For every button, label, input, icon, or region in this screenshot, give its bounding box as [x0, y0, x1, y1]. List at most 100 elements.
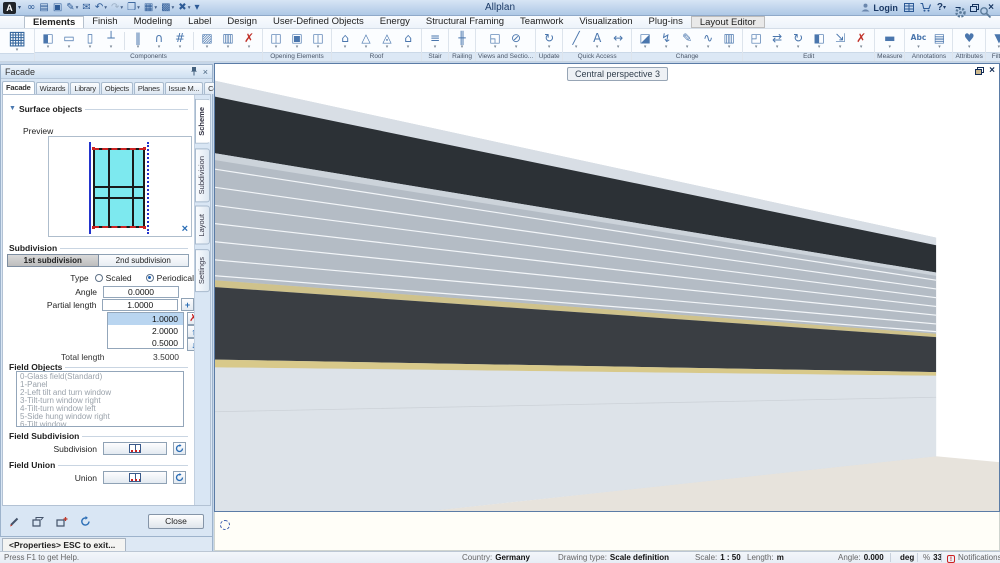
- help-button[interactable]: ?▾: [937, 2, 946, 13]
- menu-tab-visualization[interactable]: Visualization: [571, 16, 640, 28]
- apply-favorite-icon[interactable]: [32, 516, 44, 527]
- palette-tab-planes[interactable]: Planes: [134, 82, 164, 94]
- attributes-icon[interactable]: ♥▾: [960, 31, 978, 50]
- foundation-component-icon[interactable]: ┴▾: [102, 31, 120, 50]
- filter-icon[interactable]: ▼▾: [990, 31, 1000, 50]
- roof-icon[interactable]: ⌂▾: [336, 31, 354, 50]
- length-list[interactable]: 1.00002.00000.5000: [107, 312, 184, 349]
- menu-tab-label[interactable]: Label: [180, 16, 219, 28]
- menu-tab-layout-editor[interactable]: Layout Editor: [691, 16, 765, 28]
- status-drawing-type[interactable]: Drawing type:Scale definition: [558, 553, 669, 562]
- field-union-reset-button[interactable]: [173, 471, 186, 484]
- update-3d-icon[interactable]: ↻▾: [540, 31, 558, 50]
- delete-length-button[interactable]: ✗: [187, 312, 194, 325]
- edit-pen-icon[interactable]: [9, 516, 20, 527]
- wall-height-icon[interactable]: ▥▾: [720, 31, 738, 50]
- menu-tab-design[interactable]: Design: [219, 16, 265, 28]
- modify-wall-icon[interactable]: ▨▾: [198, 31, 216, 50]
- column-component-icon[interactable]: ▯▾: [81, 31, 99, 50]
- beam-component-icon[interactable]: ∩▾: [150, 31, 168, 50]
- palette-tab-facade[interactable]: Facade: [2, 81, 35, 94]
- radio-option-scaled[interactable]: Scaled: [95, 273, 132, 283]
- palette-close-icon[interactable]: ×: [203, 67, 208, 77]
- status-country[interactable]: Country:Germany: [462, 553, 530, 562]
- connect-grid-icon[interactable]: [904, 3, 914, 12]
- tab-2nd-subdivision[interactable]: 2nd subdivision: [99, 254, 190, 267]
- copy-elements-icon[interactable]: ◰▾: [747, 31, 765, 50]
- tab-1st-subdivision[interactable]: 1st subdivision: [7, 254, 99, 267]
- window-opening-icon[interactable]: ▣▾: [288, 31, 306, 50]
- side-tab-layout[interactable]: Layout: [195, 206, 210, 245]
- angle-input[interactable]: 0.0000: [103, 286, 179, 298]
- roof-covering-icon[interactable]: ◬▾: [378, 31, 396, 50]
- palette-tab-objects[interactable]: Objects: [101, 82, 133, 94]
- palette-tab-library[interactable]: Library: [70, 82, 100, 94]
- field-union-button[interactable]: [103, 471, 167, 484]
- viewport-close-icon[interactable]: ×: [989, 65, 995, 76]
- window-element-icon[interactable]: ◫▾: [309, 31, 327, 50]
- delete-wall-icon[interactable]: ✗▾: [240, 31, 258, 50]
- viewport-3d[interactable]: Central perspective 3 ×: [214, 63, 1000, 512]
- text-annotation-icon[interactable]: Abc▾: [909, 31, 927, 50]
- dialog-line[interactable]: [214, 512, 1000, 551]
- wall-component-icon[interactable]: ‖▾: [129, 31, 147, 50]
- menu-tab-structural-framing[interactable]: Structural Framing: [418, 16, 512, 28]
- menu-tab-finish[interactable]: Finish: [84, 16, 125, 28]
- status-angle[interactable]: Angle:0.000: [838, 553, 884, 562]
- preview-close-icon[interactable]: ×: [182, 224, 188, 235]
- length-list-item[interactable]: 0.5000: [108, 337, 183, 349]
- edit-entity-icon[interactable]: ✎▾: [678, 31, 696, 50]
- side-tab-settings[interactable]: Settings: [195, 249, 210, 292]
- field-subdivision-reset-button[interactable]: [173, 442, 186, 455]
- status-length[interactable]: Length:m: [747, 553, 784, 562]
- door-component-icon[interactable]: ◧▾: [39, 31, 57, 50]
- close-window-button[interactable]: ×: [985, 2, 997, 14]
- delete-elements-icon[interactable]: ✗▾: [852, 31, 870, 50]
- facade-modeling-icon[interactable]: ▦▾: [4, 29, 30, 53]
- field-object-item[interactable]: 6-Tilt window: [20, 421, 183, 427]
- dormer-icon[interactable]: ⌂▾: [399, 31, 417, 50]
- palette-tab-issue-m-[interactable]: Issue M...: [165, 82, 204, 94]
- properties-command-tab[interactable]: <Properties> ESC to exit...: [2, 538, 126, 551]
- close-button[interactable]: Close: [148, 514, 204, 529]
- grid-component-icon[interactable]: #▾: [171, 31, 189, 50]
- modify-offset-icon[interactable]: ∿▾: [699, 31, 717, 50]
- slab-component-icon[interactable]: ▭▾: [60, 31, 78, 50]
- edit-points-icon[interactable]: ↯▾: [657, 31, 675, 50]
- move-elements-icon[interactable]: ⇄▾: [768, 31, 786, 50]
- facade-preview[interactable]: ×: [48, 136, 192, 237]
- length-list-item[interactable]: 2.0000: [108, 325, 183, 337]
- radio-periodical-selected[interactable]: [146, 274, 154, 282]
- rotate-elements-icon[interactable]: ↻▾: [789, 31, 807, 50]
- mirror-elements-icon[interactable]: ◧▾: [810, 31, 828, 50]
- login-button[interactable]: Login: [861, 3, 898, 13]
- line-icon[interactable]: ╱▾: [567, 31, 585, 50]
- section-icon[interactable]: ⊘▾: [507, 31, 525, 50]
- measure-icon[interactable]: ▬▾: [881, 31, 899, 50]
- menu-tab-plug-ins[interactable]: Plug-ins: [641, 16, 691, 28]
- add-length-button[interactable]: +: [181, 298, 194, 311]
- menu-tab-teamwork[interactable]: Teamwork: [512, 16, 571, 28]
- radio-scaled[interactable]: [95, 274, 103, 282]
- radio-option-periodical[interactable]: Periodical: [146, 273, 194, 283]
- roof-frame-icon[interactable]: △▾: [357, 31, 375, 50]
- status-angle-unit[interactable]: deg: [897, 553, 914, 562]
- field-subdivision-button[interactable]: [103, 442, 167, 455]
- side-tab-subdivision[interactable]: Subdivision: [195, 148, 210, 202]
- resize-elements-icon[interactable]: ⇲▾: [831, 31, 849, 50]
- status-scale[interactable]: Scale:1 : 50: [695, 553, 741, 562]
- move-down-button[interactable]: ↓: [187, 338, 194, 351]
- section-surface-objects[interactable]: ▼ Surface objects: [9, 103, 188, 114]
- minimize-button[interactable]: –: [952, 2, 964, 14]
- railing-icon[interactable]: ╫▾: [453, 31, 471, 50]
- side-tab-scheme[interactable]: Scheme: [195, 99, 210, 144]
- menu-tab-user-defined-objects[interactable]: User-Defined Objects: [265, 16, 372, 28]
- stair-icon[interactable]: ≡▾: [426, 31, 444, 50]
- status-notifications[interactable]: !Notifications: [947, 553, 1000, 563]
- menu-tab-elements[interactable]: Elements: [24, 16, 84, 28]
- partial-length-input[interactable]: 1.0000: [102, 299, 178, 311]
- view-icon[interactable]: ◱▾: [486, 31, 504, 50]
- pin-icon[interactable]: [190, 66, 198, 78]
- move-up-button[interactable]: ↑: [187, 325, 194, 338]
- menu-tab-modeling[interactable]: Modeling: [126, 16, 181, 28]
